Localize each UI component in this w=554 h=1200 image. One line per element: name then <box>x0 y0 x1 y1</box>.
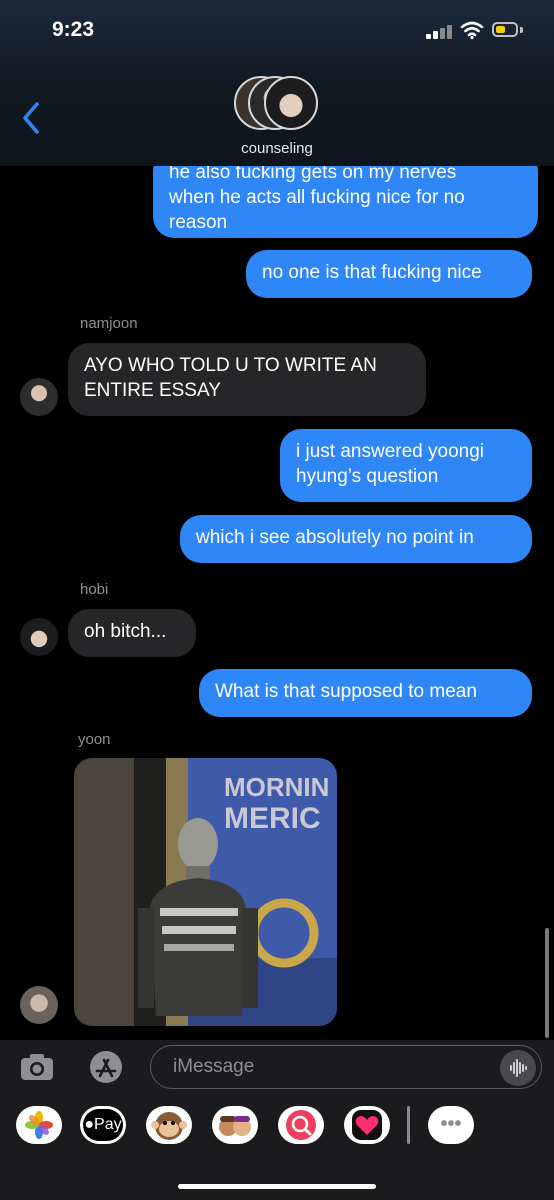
message-text: i just answered yoongi hyung’s question <box>296 441 484 487</box>
apple-glyph: ● <box>84 1116 95 1133</box>
message-input[interactable] <box>150 1045 542 1089</box>
tray-divider <box>407 1106 410 1144</box>
member-avatar <box>264 76 318 130</box>
message-text: no one is that fucking nice <box>262 262 482 283</box>
digital-touch-icon[interactable] <box>344 1106 390 1144</box>
wifi-icon <box>460 21 484 40</box>
battery-nub <box>520 27 523 33</box>
camera-icon[interactable] <box>18 1050 56 1084</box>
memoji-icon[interactable] <box>212 1106 258 1144</box>
message-text: which i see absolutely no point in <box>196 527 474 548</box>
conversation-name[interactable]: counseling <box>0 140 554 157</box>
cellular-signal-icon <box>426 25 454 39</box>
message-bubble-sent[interactable]: What is that supposed to mean <box>199 669 532 717</box>
photo-sign-line-2: MERIC <box>224 802 321 835</box>
message-text: oh bitch... <box>84 621 167 642</box>
message-text: when he acts all fucking nice for no rea… <box>169 187 465 233</box>
dictation-icon[interactable] <box>500 1050 536 1086</box>
sender-name: namjoon <box>80 315 138 332</box>
message-text: What is that supposed to mean <box>215 681 477 702</box>
group-avatar-stack[interactable] <box>234 76 324 132</box>
apple-pay-icon[interactable]: ●Pay <box>80 1106 126 1144</box>
photos-icon[interactable] <box>16 1106 62 1144</box>
status-time: 9:23 <box>52 18 95 41</box>
message-bubble-sent[interactable]: i just answered yoongi hyung’s question <box>280 429 532 502</box>
avatar[interactable] <box>20 986 58 1024</box>
photo-image: MORNIN MERIC <box>74 758 337 1026</box>
app-store-icon[interactable] <box>86 1049 126 1085</box>
message-bubble-received[interactable]: AYO WHO TOLD U TO WRITE AN ENTIRE ESSAY <box>68 343 426 416</box>
home-indicator[interactable] <box>178 1184 376 1189</box>
photo-sign-line-1: MORNIN <box>224 772 329 802</box>
sender-name: hobi <box>80 581 109 598</box>
apple-pay-label: Pay <box>94 1116 122 1133</box>
message-bubble-sent[interactable]: which i see absolutely no point in <box>180 515 532 563</box>
avatar[interactable] <box>20 378 58 416</box>
back-chevron-icon[interactable] <box>20 100 42 136</box>
message-text: AYO WHO TOLD U TO WRITE AN ENTIRE ESSAY <box>84 355 377 401</box>
image-attachment[interactable]: MORNIN MERIC <box>74 758 337 1026</box>
more-dots: ••• <box>440 1113 462 1135</box>
search-images-icon[interactable] <box>278 1106 324 1144</box>
message-bubble-sent[interactable]: he also fucking gets on my nerves when h… <box>153 166 538 238</box>
message-text-cutoff: he also fucking gets on my nerves <box>169 166 457 183</box>
avatar[interactable] <box>20 618 58 656</box>
monkey-memoji-icon[interactable] <box>146 1106 192 1144</box>
message-bubble-received[interactable]: oh bitch... <box>68 609 196 657</box>
message-bubble-sent[interactable]: no one is that fucking nice <box>246 250 532 298</box>
sender-name: yoon <box>78 731 111 748</box>
scroll-indicator[interactable] <box>545 928 549 1038</box>
battery-icon <box>492 22 518 37</box>
more-icon[interactable]: ••• <box>428 1106 474 1144</box>
